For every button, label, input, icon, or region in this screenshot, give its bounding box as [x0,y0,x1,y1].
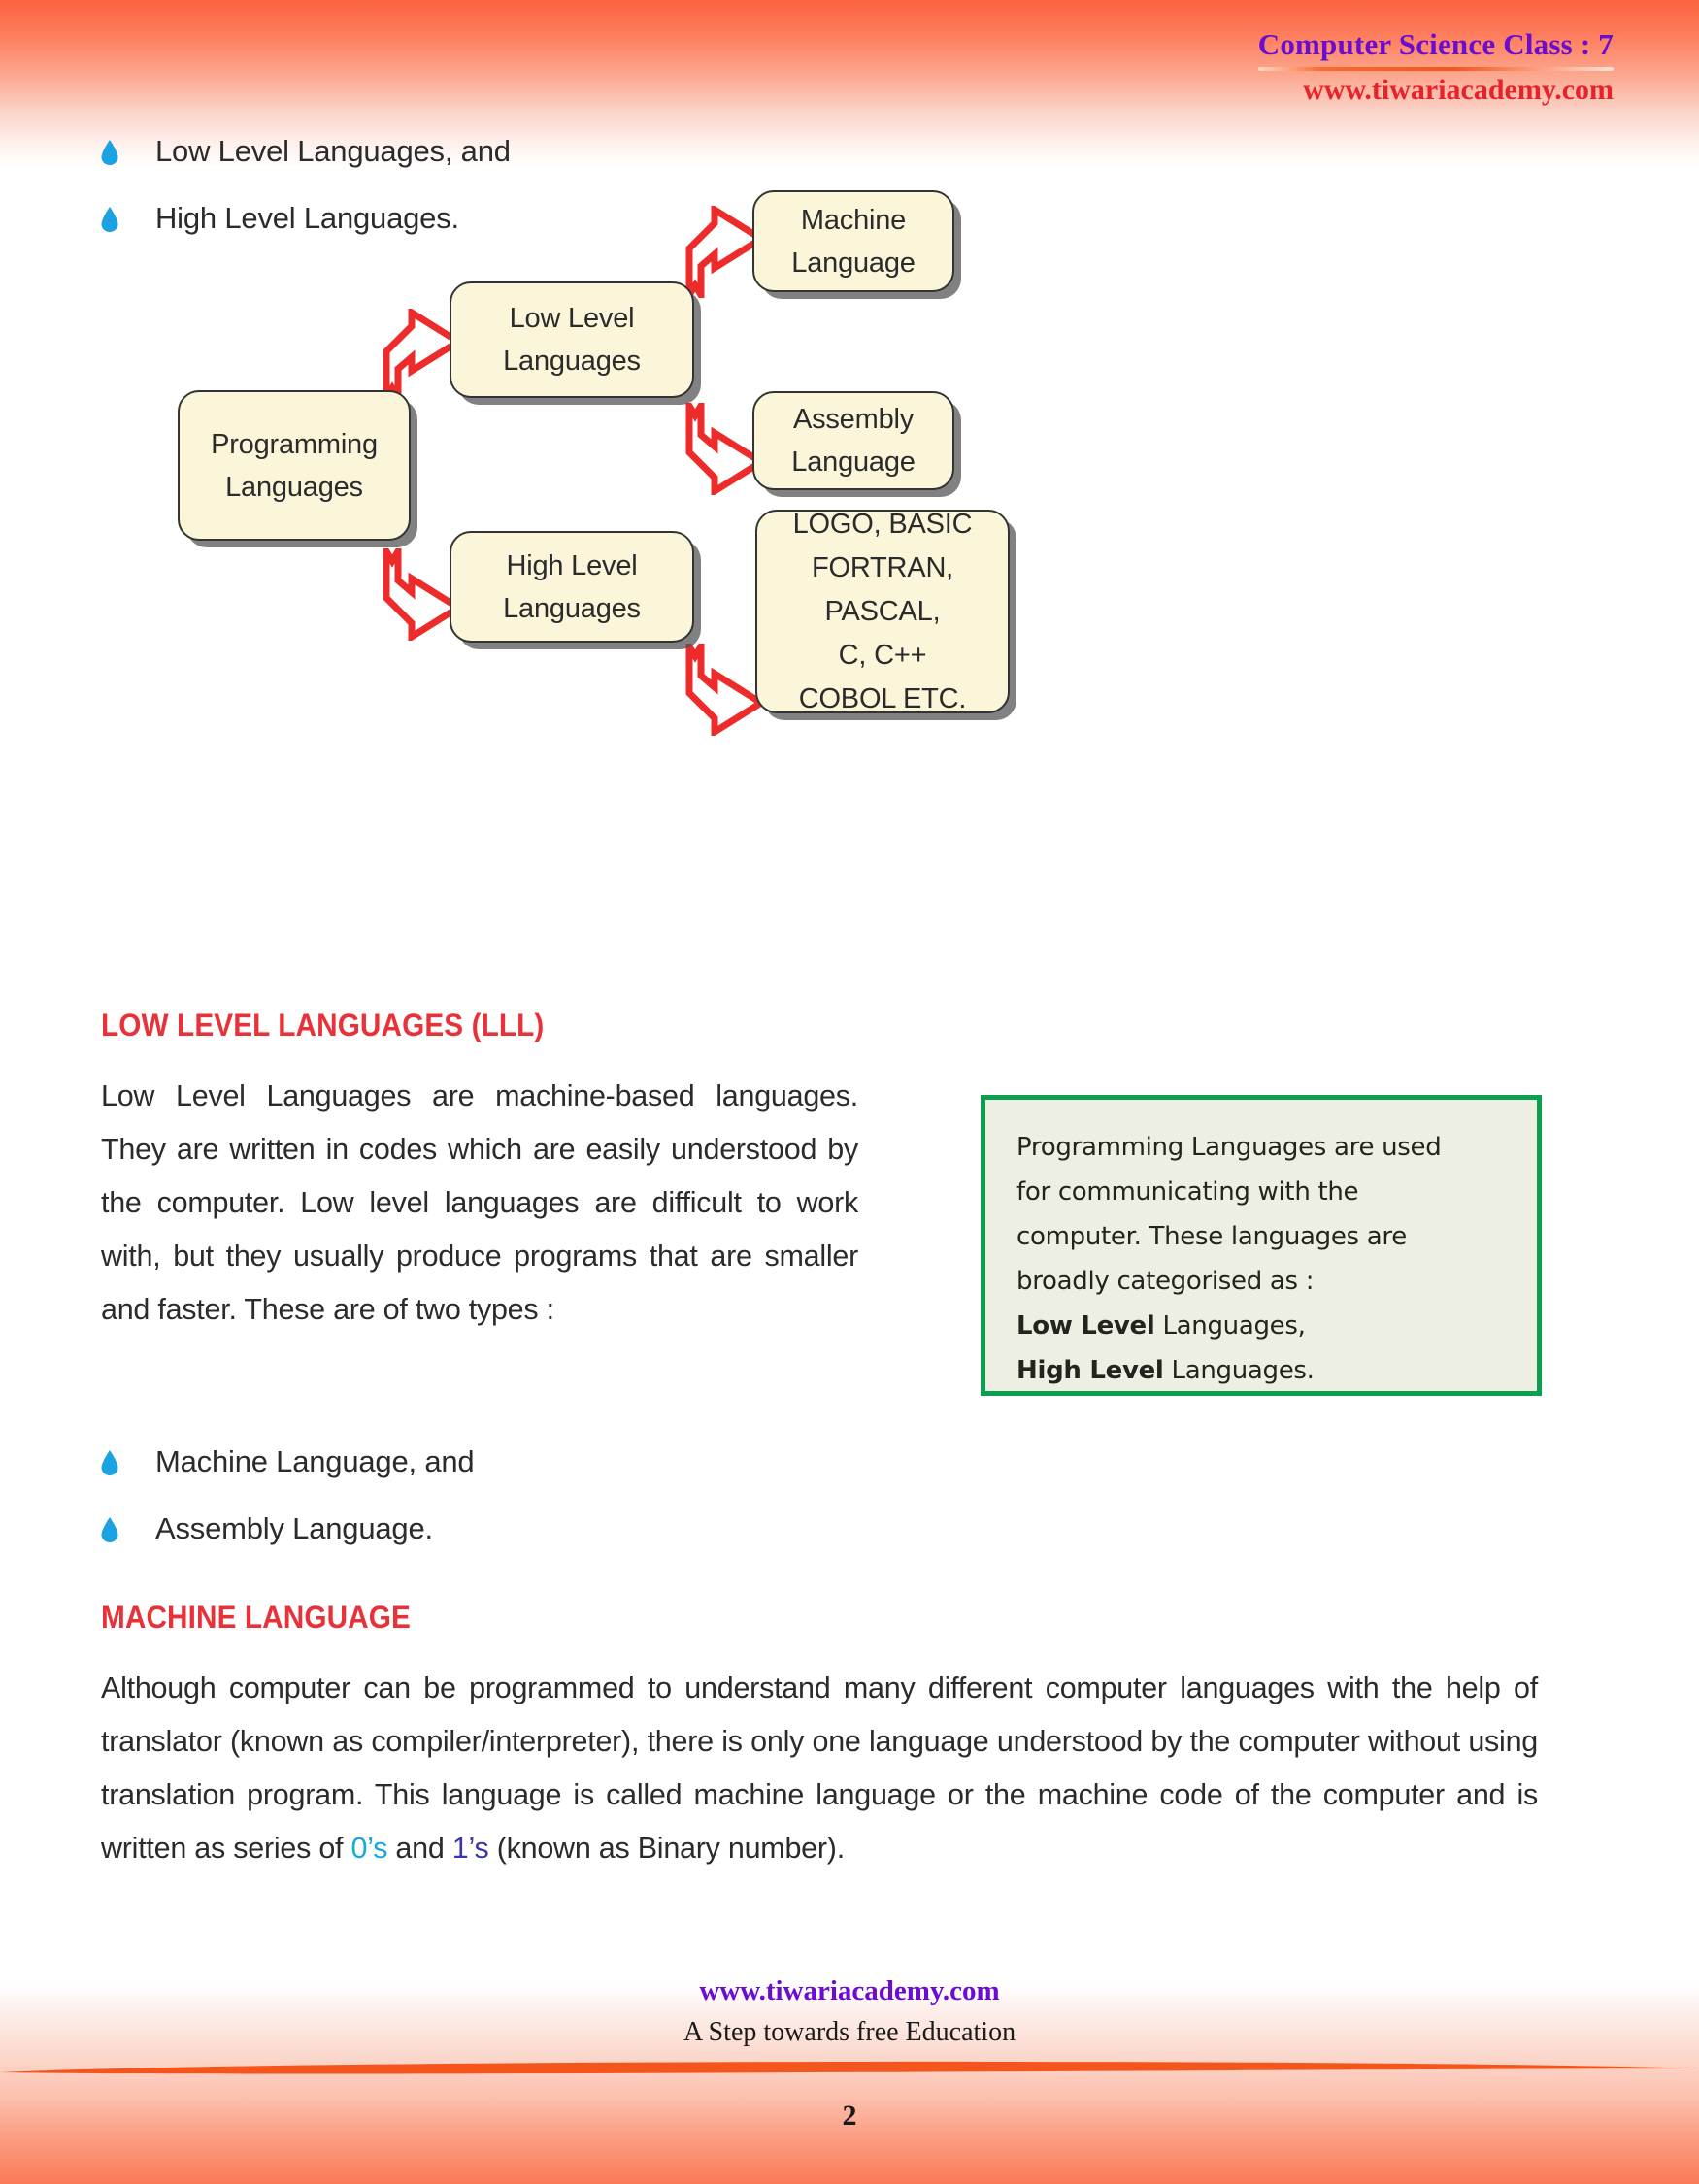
callout-line-3: computer. These languages are [1016,1222,1407,1251]
flow-node-line: Assembly [792,404,915,435]
list-item: Assembly Language. [101,1511,433,1546]
callout-line-2: for communicating with the [1016,1177,1359,1207]
list-item-label: Assembly Language. [155,1511,433,1545]
page-number: 2 [842,2100,857,2132]
flow-node-line: C, C++ [838,639,927,671]
flow-node-line: Language [791,247,916,279]
bottom-gradient-band [0,1985,1699,2184]
flow-node-line: Machine [800,204,907,236]
callout-low-level-rest: Languages, [1154,1311,1306,1340]
callout-high-level-rest: Languages. [1163,1356,1315,1385]
callout-line-5: Low Level Languages, [1016,1304,1508,1348]
footer-swoosh-divider [0,2061,1699,2074]
programming-languages-flowchart: Programming Languages Low Level Language… [0,0,1699,1019]
section-heading-machine-language: MACHINE LANGUAGE [101,1600,411,1635]
document-page: Computer Science Class : 7 www.tiwariaca… [0,0,1699,2184]
arrow-down-right-to-examples-icon [685,644,768,736]
callout-line-4: broadly categorised as : [1016,1267,1315,1296]
paragraph-machine-language: Although computer can be programmed to u… [101,1662,1538,1875]
machine-language-text-after: (known as Binary number). [488,1832,845,1865]
flow-node-machine-language[interactable]: Machine Language [752,190,954,292]
flow-node-line: Languages [503,592,641,624]
flow-node-line: Languages [503,346,641,377]
flow-node-line: COBOL ETC. [798,682,967,714]
flow-node-line: FORTRAN, [811,551,954,583]
section-heading-low-level-languages: LOW LEVEL LANGUAGES (LLL) [101,1008,545,1042]
callout-line-6: High Level Languages. [1016,1348,1508,1393]
flow-node-line: High Level [506,549,638,581]
flow-node-line: Languages [225,471,363,503]
callout-high-level-bold: High Level [1016,1356,1164,1385]
callout-low-level-bold: Low Level [1016,1311,1155,1340]
flow-node-assembly-language[interactable]: Assembly Language [752,391,954,490]
binary-one-token: 1’s [451,1832,489,1865]
paragraph-low-level-languages: Low Level Languages are machine-based la… [101,1079,858,1326]
flow-node-line: Programming [211,428,378,460]
callout-line-1: Programming Languages are used [1016,1133,1442,1162]
flow-node-high-level-language-examples[interactable]: LOGO, BASIC FORTRAN, PASCAL, C, C++ COBO… [755,509,1010,714]
flow-node-line: LOGO, BASIC [792,508,973,540]
flow-node-line: Language [791,447,916,478]
info-callout-box: Programming Languages are used for commu… [981,1095,1542,1396]
list-item-label: Machine Language, and [155,1444,475,1478]
flow-node-low-level-languages[interactable]: Low Level Languages [450,281,694,398]
machine-language-text-middle: and [387,1832,452,1865]
droplet-bullet-icon [101,1450,118,1475]
footer-website-link[interactable]: www.tiwariacademy.com [0,1975,1699,2007]
footer-tagline: A Step towards free Education [683,2017,1016,2047]
droplet-bullet-icon [101,1517,118,1542]
flow-node-line: Low Level [509,303,635,334]
flow-node-high-level-languages[interactable]: High Level Languages [450,531,694,643]
flow-node-line: PASCAL, [824,595,941,627]
list-item: Machine Language, and [101,1444,475,1479]
binary-zero-token: 0’s [350,1832,388,1865]
flow-node-programming-languages[interactable]: Programming Languages [178,390,411,541]
